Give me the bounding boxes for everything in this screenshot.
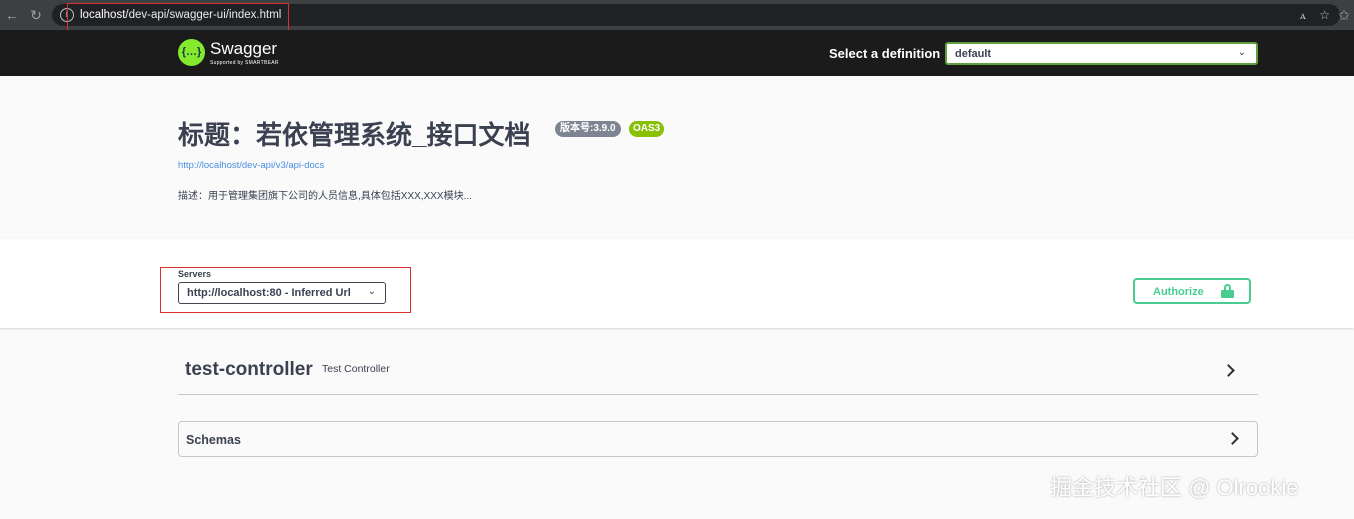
api-description: 描述：用于管理集团旗下公司的人员信息,具体包括XXX,XXX模块... bbox=[178, 191, 472, 202]
tag-name[interactable]: test-controller bbox=[185, 358, 313, 382]
swagger-logo-text[interactable]: Swagger bbox=[210, 39, 277, 59]
watermark: 掘金技术社区 @ Olrookie bbox=[1050, 475, 1299, 500]
swagger-logo-icon[interactable]: {…} bbox=[178, 39, 205, 66]
page: ← ↻ i localhost/dev-api/swagger-ui/index… bbox=[0, 0, 1354, 519]
url-highlight-box bbox=[67, 3, 289, 32]
translate-icon[interactable]: ꭺ bbox=[1300, 7, 1306, 23]
chevron-down-icon: ⌄ bbox=[1237, 47, 1246, 58]
back-icon[interactable]: ← bbox=[4, 7, 20, 23]
oas-badge: OAS3 bbox=[629, 121, 665, 137]
api-info-section: 标题：若依管理系统_接口文档 版本号:3.9.0 OAS3 http://loc… bbox=[0, 76, 1354, 239]
servers-highlight-box bbox=[160, 267, 411, 313]
swagger-logo-subtext: Supported by SMARTBEAR bbox=[210, 60, 279, 66]
version-badge: 版本号:3.9.0 bbox=[555, 121, 621, 137]
swagger-topbar: {…} Swagger Supported by SMARTBEAR Selec… bbox=[0, 30, 1354, 76]
extensions-icon[interactable]: ✩ bbox=[1336, 7, 1352, 23]
definition-label: Select a definition bbox=[829, 46, 941, 61]
chevron-right-icon[interactable] bbox=[1226, 432, 1239, 445]
definition-select[interactable]: default ⌄ bbox=[945, 42, 1258, 65]
tag-description: Test Controller bbox=[322, 363, 390, 375]
bookmark-star-icon[interactable]: ☆ bbox=[1319, 7, 1330, 23]
definition-select-value: default bbox=[955, 48, 992, 60]
schemas-title[interactable]: Schemas bbox=[186, 432, 241, 448]
tag-section-test-controller[interactable]: test-controller Test Controller bbox=[178, 348, 1258, 395]
lock-icon bbox=[1221, 284, 1234, 298]
reload-icon[interactable]: ↻ bbox=[28, 7, 44, 23]
chevron-right-icon[interactable] bbox=[1222, 364, 1235, 377]
api-docs-link[interactable]: http://localhost/dev-api/v3/api-docs bbox=[178, 160, 324, 172]
api-title: 标题：若依管理系统_接口文档 bbox=[178, 120, 531, 150]
authorize-label: Authorize bbox=[1153, 286, 1204, 298]
authorize-button[interactable]: Authorize bbox=[1133, 278, 1251, 304]
schemas-section[interactable]: Schemas bbox=[178, 421, 1258, 457]
